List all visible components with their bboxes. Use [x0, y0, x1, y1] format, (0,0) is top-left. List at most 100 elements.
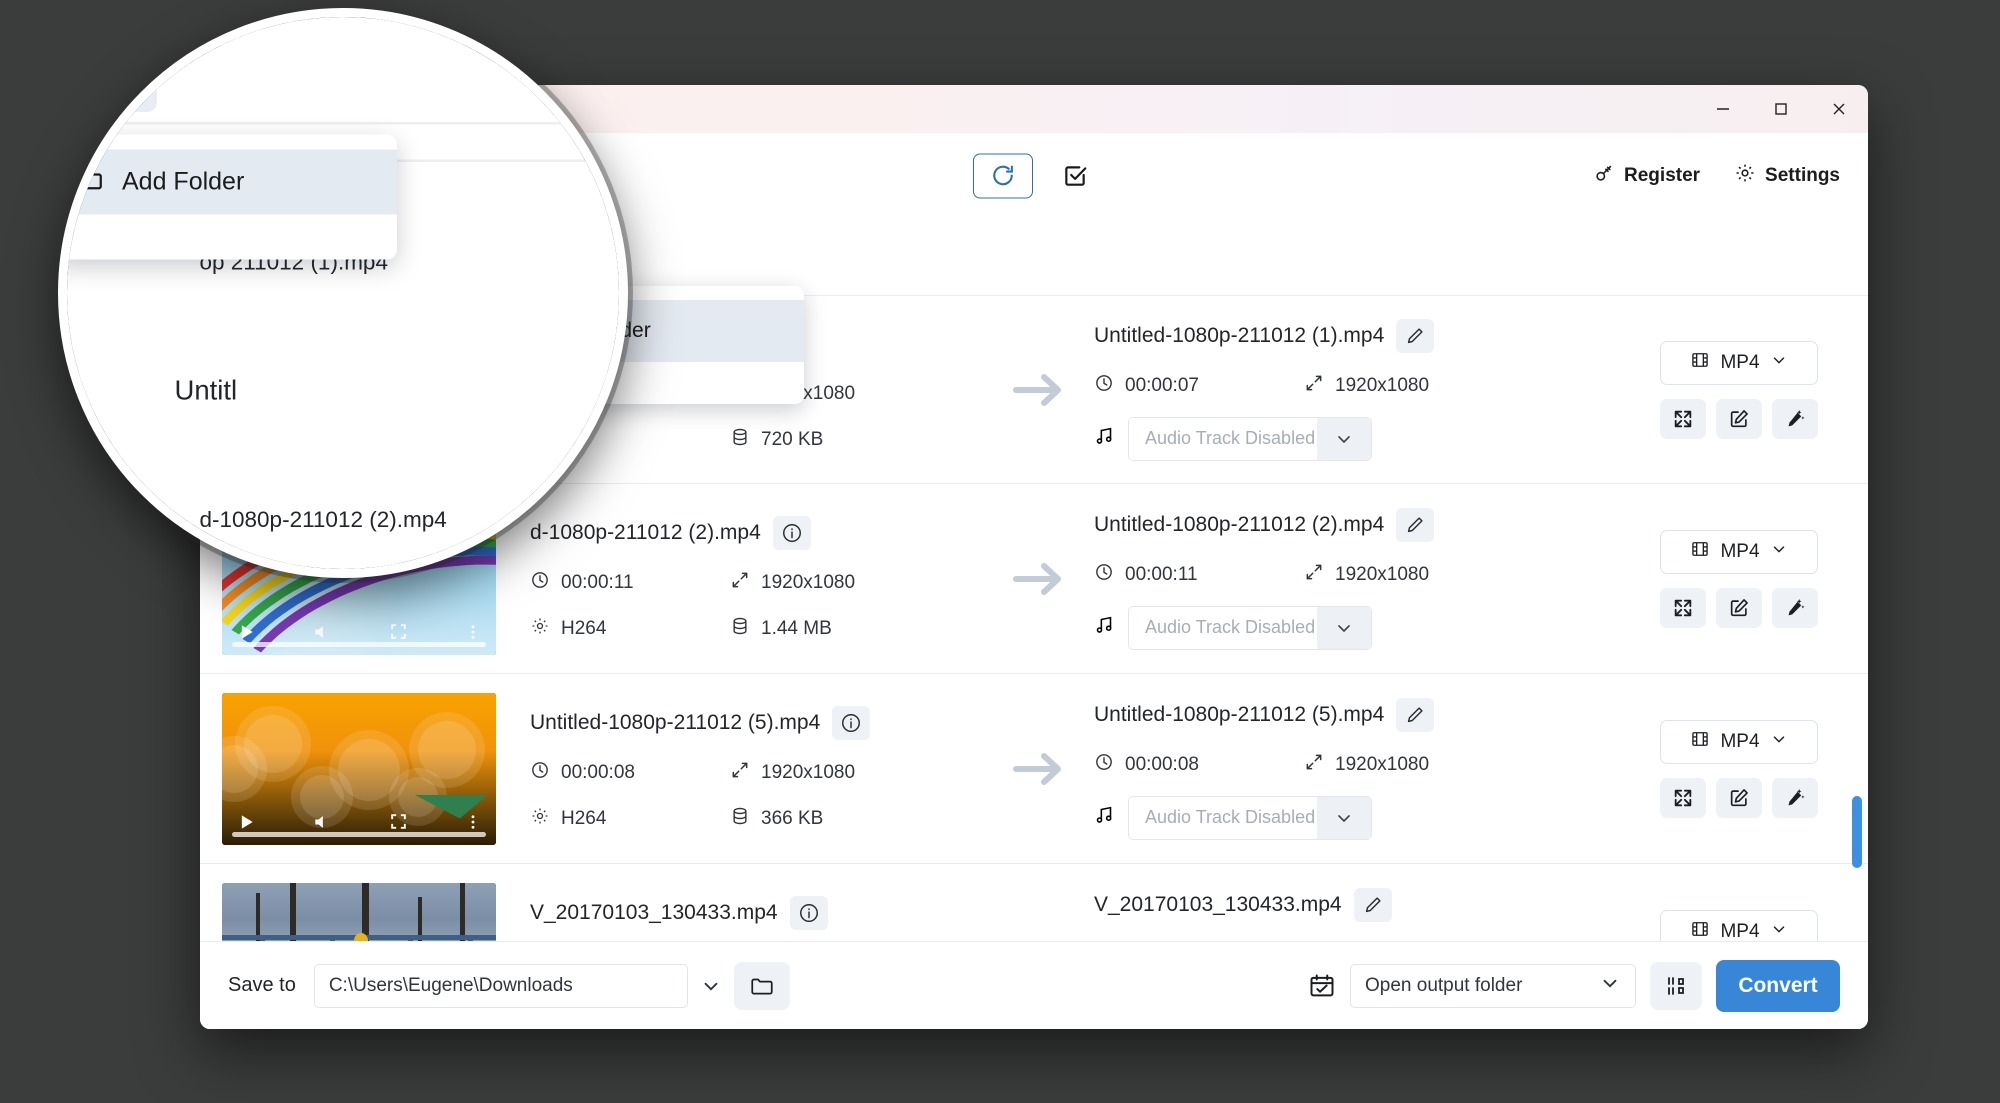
source-duration: 00:00:11	[561, 571, 634, 593]
source-size-cell: 366 KB	[730, 806, 984, 832]
close-button[interactable]	[1810, 85, 1868, 133]
thumbnail-art	[222, 882, 496, 941]
row-format-selector[interactable]: MP4	[1660, 909, 1818, 942]
source-size: 366 KB	[761, 807, 824, 829]
magnified-format-label: MP4	[65, 70, 96, 99]
audio-track-select[interactable]: Audio Track Disabled	[1128, 416, 1372, 461]
output-meta: Untitled-1080p-211012 (1).mp4 00:00:07 1…	[1094, 318, 1634, 461]
merge-icon[interactable]	[1650, 961, 1702, 1010]
compress-icon[interactable]	[1660, 777, 1706, 818]
table-row[interactable]: V_20170103_130433.mp4 00:00:59	[200, 864, 1868, 941]
settings-label: Settings	[1765, 164, 1840, 186]
chevron-down-icon[interactable]	[1317, 606, 1371, 649]
audio-track-row: Audio Track Disabled	[1094, 416, 1634, 461]
register-button[interactable]: Register	[1593, 162, 1700, 190]
source-meta: Untitled-1080p-211012 (5).mp4 00:00:08 1…	[496, 705, 984, 832]
music-note-icon	[1094, 804, 1116, 831]
chevron-down-icon	[1770, 920, 1788, 942]
schedule-icon[interactable]	[1308, 972, 1336, 1000]
scrollbar-thumb[interactable]	[1852, 796, 1862, 868]
audio-track-select[interactable]: Audio Track Disabled	[1128, 605, 1372, 650]
thumbnail-controls[interactable]	[222, 609, 496, 655]
video-thumbnail[interactable]	[222, 692, 496, 845]
list-scrollbar[interactable]	[1852, 296, 1862, 941]
row-format-label: MP4	[1720, 351, 1760, 373]
magnified-stage: orbits Video Converter Add Files	[65, 17, 619, 569]
convert-arrow-icon	[984, 749, 1094, 789]
info-icon[interactable]	[789, 895, 828, 930]
output-duration-cell: 00:00:11	[1094, 562, 1304, 588]
compress-icon[interactable]	[1660, 398, 1706, 439]
info-icon[interactable]	[772, 515, 811, 550]
source-codec: H264	[561, 617, 607, 639]
table-row[interactable]: Untitled-1080p-211012 (5).mp4 00:00:08 1…	[200, 674, 1868, 864]
refresh-icon[interactable]	[973, 153, 1033, 198]
source-meta-grid: 00:00:11 1920x1080 H264 1.44 MB	[530, 570, 984, 642]
output-path-value: C:\Users\Eugene\Downloads	[328, 974, 573, 996]
resize-icon	[730, 570, 750, 596]
magnified-format-selector[interactable]: MP4	[65, 57, 156, 112]
post-action-select[interactable]: Open output folder	[1350, 963, 1636, 1008]
source-resolution-cell: 1920x1080	[730, 760, 984, 786]
row-format-selector[interactable]: MP4	[1660, 719, 1818, 764]
rename-icon[interactable]	[1396, 507, 1435, 542]
chevron-down-icon	[116, 80, 131, 90]
magnified-toolbar	[67, 17, 619, 47]
clock-icon	[1094, 752, 1114, 778]
film-icon	[1690, 539, 1710, 565]
settings-button[interactable]: Settings	[1734, 162, 1840, 190]
progress-bar[interactable]	[232, 641, 486, 647]
video-thumbnail[interactable]	[222, 882, 496, 941]
save-to-label: Save to	[228, 974, 296, 996]
output-resolution-cell: 1920x1080	[1304, 373, 1634, 399]
audio-track-value: Audio Track Disabled	[1145, 617, 1316, 637]
rename-icon[interactable]	[1396, 318, 1435, 353]
edit-icon[interactable]	[1716, 777, 1762, 818]
row-format-selector[interactable]: MP4	[1660, 340, 1818, 385]
play-icon	[241, 814, 253, 829]
magic-wand-icon[interactable]	[1772, 777, 1818, 818]
volume-icon	[315, 625, 324, 638]
source-duration-cell: 00:00:08	[530, 760, 730, 786]
clock-icon	[1094, 373, 1114, 399]
toolbar-center-group	[973, 153, 1095, 198]
source-filename: Untitled-1080p-211012 (5).mp4	[530, 710, 821, 734]
magnifier-lens: orbits Video Converter Add Files	[58, 8, 628, 578]
gear-icon	[1734, 162, 1756, 190]
chevron-down-icon[interactable]	[1317, 796, 1371, 839]
output-duration-cell: 00:00:07	[1094, 373, 1304, 399]
rename-icon[interactable]	[1353, 887, 1392, 922]
path-history-dropdown[interactable]	[688, 964, 734, 1008]
audio-track-select[interactable]: Audio Track Disabled	[1128, 795, 1372, 840]
magic-wand-icon[interactable]	[1772, 398, 1818, 439]
progress-bar[interactable]	[232, 831, 486, 837]
select-all-icon[interactable]	[1055, 156, 1095, 196]
codec-gear-icon	[530, 616, 550, 642]
convert-button[interactable]: Convert	[1716, 959, 1840, 1012]
output-title-row: Untitled-1080p-211012 (1).mp4	[1094, 318, 1634, 353]
row-format-selector[interactable]: MP4	[1660, 529, 1818, 574]
output-filename: Untitled-1080p-211012 (2).mp4	[1094, 512, 1385, 536]
output-resolution: 1920x1080	[1335, 563, 1430, 585]
magnified-clipped-name2: d-1080p-211012 (2).mp4	[199, 507, 447, 532]
thumbnail-controls[interactable]	[222, 799, 496, 845]
source-size: 1.44 MB	[761, 617, 832, 639]
magnified-menu-item-add-folder[interactable]: Add Folder	[67, 149, 397, 215]
output-path-input[interactable]: C:\Users\Eugene\Downloads	[313, 963, 688, 1008]
chevron-down-icon[interactable]	[1317, 417, 1371, 460]
magic-wand-icon[interactable]	[1772, 587, 1818, 628]
maximize-button[interactable]	[1752, 85, 1810, 133]
edit-icon[interactable]	[1716, 398, 1762, 439]
row-action-icons	[1660, 777, 1818, 818]
browse-folder-button[interactable]	[733, 961, 790, 1010]
rename-icon[interactable]	[1396, 697, 1435, 732]
more-options-icon	[471, 624, 475, 639]
fullscreen-icon	[390, 624, 406, 639]
footer-right-group: Open output folder Convert	[1308, 959, 1840, 1012]
edit-icon[interactable]	[1716, 587, 1762, 628]
convert-label: Convert	[1738, 973, 1818, 997]
minimize-button[interactable]	[1694, 85, 1752, 133]
output-meta: Untitled-1080p-211012 (2).mp4 00:00:11 1…	[1094, 507, 1634, 650]
info-icon[interactable]	[832, 705, 871, 740]
compress-icon[interactable]	[1660, 587, 1706, 628]
